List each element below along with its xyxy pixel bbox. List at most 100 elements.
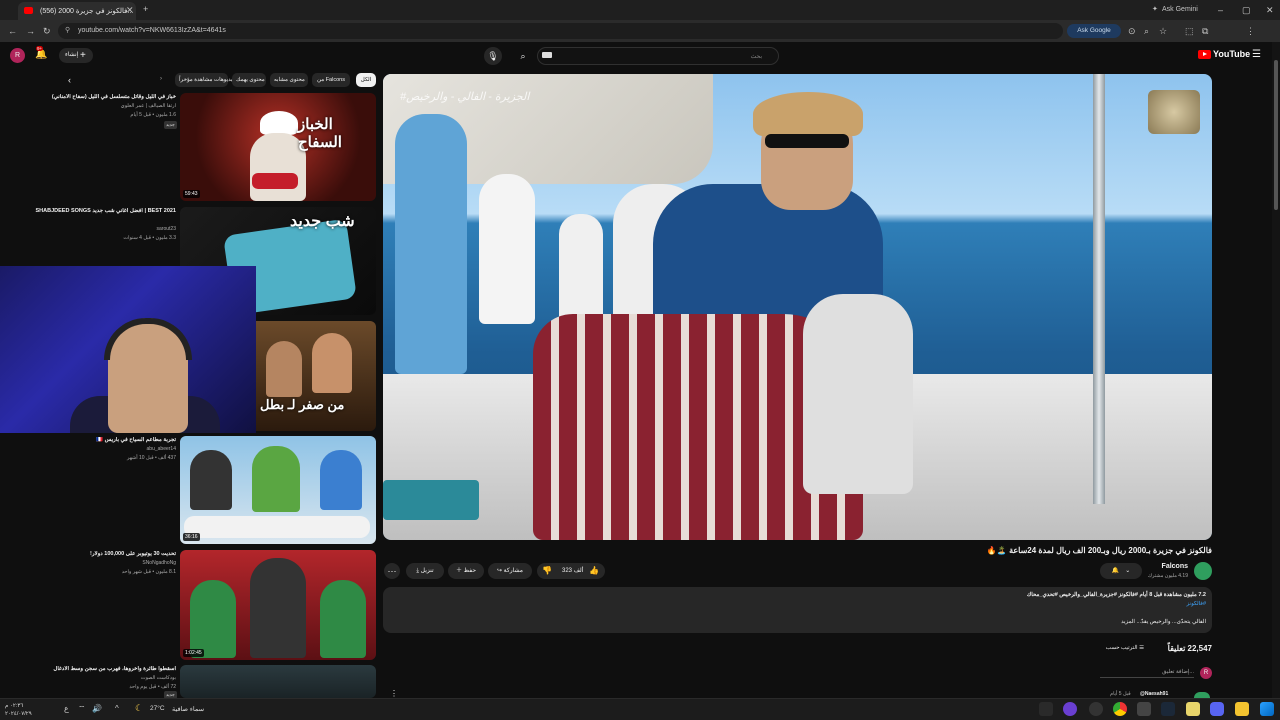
add-comment-input[interactable]: إضافة تعليق...: [1100, 669, 1194, 678]
avatar[interactable]: R: [10, 48, 25, 63]
sidebar-thumbnail-1[interactable]: الخباز السفاح 59:43: [180, 93, 376, 201]
channel-watermark-icon[interactable]: [1148, 90, 1200, 134]
weather-temp[interactable]: 27°C: [150, 705, 165, 712]
chrome-icon[interactable]: [1113, 702, 1127, 716]
volume-icon[interactable]: 🔊: [92, 704, 102, 713]
minimize-icon[interactable]: –: [1218, 5, 1223, 15]
chip-for-you[interactable]: محتوى يهمك: [232, 73, 266, 87]
person-figure: [479, 174, 535, 324]
sidebar-channel[interactable]: بودكاست الصوت: [30, 675, 176, 681]
share-label: مشاركة: [503, 568, 524, 574]
like-icon[interactable]: 👍: [589, 566, 599, 575]
sidebar-channel[interactable]: abu_abeer14: [30, 446, 176, 452]
search-button[interactable]: ⌕: [514, 47, 532, 65]
person-figure: [250, 558, 306, 658]
save-label: حفظ: [463, 568, 477, 574]
chevron-left-icon[interactable]: ‹: [68, 75, 71, 85]
address-bar[interactable]: ⚲ youtube.com/watch?v=NKW6613IzZA&t=4641…: [58, 23, 1063, 39]
download-button[interactable]: ⤓ تنزيل: [406, 563, 444, 579]
chip-all[interactable]: الكل: [356, 73, 376, 87]
description-hashtags[interactable]: #فالكونز: [1187, 601, 1206, 607]
new-tab-icon[interactable]: +: [143, 4, 148, 14]
person-figure: [395, 114, 467, 374]
channel-avatar[interactable]: [1194, 562, 1212, 580]
sidebar-video-title[interactable]: تجربة مطاعم السياح في باريس 🇫🇷: [30, 437, 176, 443]
video-player[interactable]: [383, 74, 1212, 540]
create-label: إنشاء: [65, 52, 79, 58]
sunglasses: [765, 134, 849, 148]
back-icon[interactable]: ←: [8, 26, 17, 36]
cake: [252, 173, 298, 189]
sidebar-channel[interactable]: ارتقا الصيالف | عمر العلوي: [30, 103, 176, 109]
commenter-name[interactable]: @Naesah91: [1140, 691, 1168, 697]
extensions-puzzle-icon[interactable]: ⧉: [1202, 26, 1208, 36]
browser-tab[interactable]: (556) فالكونز في جزيرة 2000...: [18, 2, 136, 20]
epic-icon[interactable]: [1137, 702, 1151, 716]
weather-label[interactable]: سماء صافية: [172, 705, 204, 713]
sidebar-thumbnail-4[interactable]: 36:16: [180, 436, 376, 544]
share-button[interactable]: ↪ مشاركة: [488, 563, 532, 579]
more-actions-button[interactable]: ⋯: [384, 563, 400, 579]
zoom-icon[interactable]: ⌕: [1144, 26, 1149, 36]
app-icon[interactable]: [1186, 702, 1200, 716]
close-window-icon[interactable]: ✕: [1266, 5, 1274, 15]
person-figure: [252, 446, 300, 512]
twitch-icon[interactable]: [1063, 702, 1077, 716]
windows-start-icon[interactable]: [1260, 702, 1274, 716]
sidebar-channel[interactable]: sarout23: [30, 226, 176, 232]
lens-icon[interactable]: ⊙: [1128, 26, 1136, 36]
sidebar-channel[interactable]: SNoNgadhoNg: [30, 560, 176, 566]
sort-label: الترتيب حسب: [1105, 645, 1138, 651]
scrollbar-thumb[interactable]: [1274, 60, 1278, 210]
language-icon[interactable]: ع: [64, 704, 69, 713]
headset-icon: [104, 318, 192, 360]
subscribed-button[interactable]: 🔔 ⌄: [1100, 563, 1142, 579]
comment-menu-icon[interactable]: ⋮: [390, 689, 398, 698]
plus-icon: +: [80, 50, 86, 61]
bookmark-star-icon[interactable]: ☆: [1159, 26, 1167, 36]
description-box[interactable]: 7.2 مليون مشاهدة قبل 8 أيام #فالكونز #جز…: [383, 587, 1212, 633]
ask-gemini-button[interactable]: Ask Gemini: [1162, 5, 1198, 15]
file-explorer-icon[interactable]: [1235, 702, 1249, 716]
person-figure: [559, 214, 603, 324]
create-button[interactable]: إنشاء +: [59, 48, 93, 63]
description-snippet: الفالي يتحدّى... والرخيص يقدّ... المزيد: [1121, 619, 1206, 625]
discord-icon[interactable]: [1210, 702, 1224, 716]
browser-menu-icon[interactable]: ⋮: [1246, 26, 1255, 36]
youtube-logo[interactable]: YouTube: [1198, 49, 1250, 60]
windows-taskbar: ٠٢:٣٦ م ٢٠٢٤/٠٧/٢٩ ع ⌔ 🔊 ^ ☾ 27°C سماء ص…: [0, 698, 1280, 720]
wifi-icon[interactable]: ⌔: [78, 704, 86, 714]
steam-icon[interactable]: [1161, 702, 1175, 716]
voice-search-button[interactable]: 🎙: [484, 47, 502, 65]
site-info-icon[interactable]: ⚲: [65, 26, 70, 34]
dislike-icon[interactable]: 👎: [542, 566, 552, 575]
sidebar-video-title[interactable]: تحديت 30 يوتيوبر على 100,000 دولار!: [30, 551, 176, 557]
save-button[interactable]: ＋ حفظ: [448, 563, 484, 579]
avatar-initial: R: [14, 52, 21, 59]
search-input[interactable]: بحث: [537, 47, 779, 65]
maximize-icon[interactable]: ▢: [1242, 5, 1251, 15]
sidebar-video-title[interactable]: أسقطوا طائرة وأخروها، فهرب من سجن وسط ال…: [30, 666, 176, 672]
tray-chevron-icon[interactable]: ^: [115, 704, 119, 713]
ask-google-label: Ask Google: [1077, 27, 1111, 34]
sidebar-video-title[interactable]: BEST 2021 | أفضل أغاني شب جديد SHABJDEED…: [30, 208, 176, 214]
keyboard-icon[interactable]: [542, 52, 552, 58]
chip-from-falcons[interactable]: من Falcons: [312, 73, 350, 87]
chip-recent[interactable]: فيديوهات مشاهدة مؤخراً: [175, 73, 235, 87]
sort-comments-button[interactable]: الترتيب حسب ☰: [1100, 645, 1144, 651]
sidebar-thumbnail-5[interactable]: 1:02:45: [180, 550, 376, 660]
extension-icon[interactable]: ⬚: [1185, 26, 1194, 36]
video-duration: 36:16: [183, 533, 200, 541]
chip-related[interactable]: محتوى مشابه: [270, 73, 308, 87]
chip-scroll-icon[interactable]: ›: [160, 76, 162, 82]
ask-google-button[interactable]: Ask Google: [1067, 24, 1121, 38]
share-icon: ↪: [496, 568, 504, 574]
reload-icon[interactable]: ↻: [43, 26, 51, 36]
sidebar-thumbnail-6[interactable]: [180, 665, 376, 698]
hamburger-menu-icon[interactable]: ☰: [1252, 49, 1261, 60]
sidebar-video-title[interactable]: خباز في الليل وقاتل متسلسل في الليل (سفا…: [30, 94, 176, 100]
forward-icon[interactable]: →: [26, 26, 35, 36]
app-icon[interactable]: [1039, 702, 1053, 716]
close-tab-icon[interactable]: ✕: [126, 5, 134, 15]
obs-icon[interactable]: [1089, 702, 1103, 716]
